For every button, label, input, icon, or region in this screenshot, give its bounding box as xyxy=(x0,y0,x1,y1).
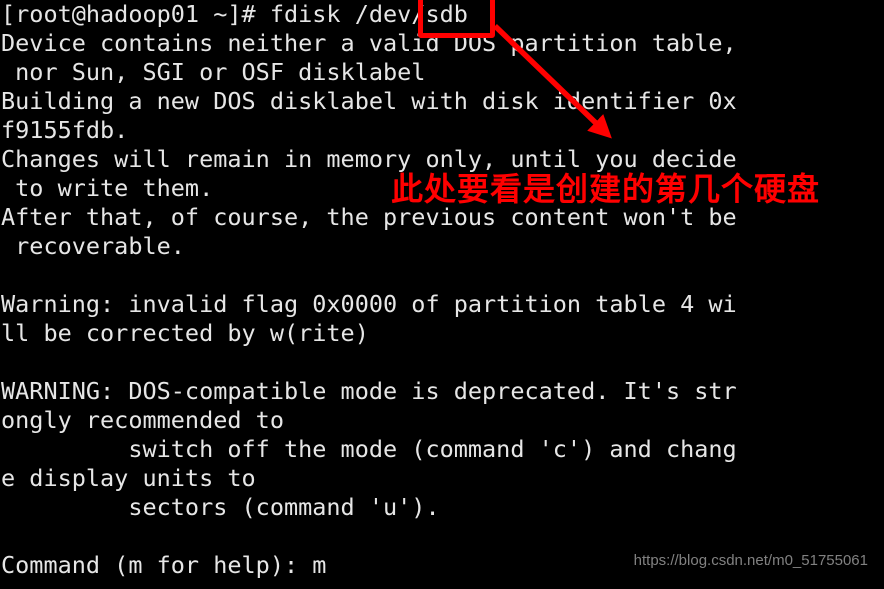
terminal-line: nor Sun, SGI or OSF disklabel xyxy=(1,58,426,86)
terminal-line: WARNING: DOS-compatible mode is deprecat… xyxy=(1,377,737,405)
terminal-line: Building a new DOS disklabel with disk i… xyxy=(1,87,737,115)
terminal-line: Warning: invalid flag 0x0000 of partitio… xyxy=(1,290,737,318)
chinese-annotation-note: 此处要看是创建的第几个硬盘 xyxy=(391,170,821,208)
terminal-line: Command (m for help): m xyxy=(1,551,327,579)
terminal-screenshot: [root@hadoop01 ~]# fdisk /dev/sdb Device… xyxy=(0,0,884,589)
terminal-line: to write them. xyxy=(1,174,214,202)
terminal-line: sectors (command 'u'). xyxy=(1,493,440,521)
csdn-watermark: https://blog.csdn.net/m0_51755061 xyxy=(633,552,868,569)
terminal-line: recoverable. xyxy=(1,232,185,260)
terminal-line: ll be corrected by w(rite) xyxy=(1,319,369,347)
terminal-line: Device contains neither a valid DOS part… xyxy=(1,29,737,57)
terminal-line: switch off the mode (command 'c') and ch… xyxy=(1,435,737,463)
terminal-line: e display units to xyxy=(1,464,256,492)
terminal-output[interactable]: [root@hadoop01 ~]# fdisk /dev/sdb Device… xyxy=(0,0,884,589)
terminal-line: ongly recommended to xyxy=(1,406,284,434)
terminal-line: f9155fdb. xyxy=(1,116,129,144)
terminal-line: [root@hadoop01 ~]# fdisk /dev/sdb xyxy=(1,0,468,28)
